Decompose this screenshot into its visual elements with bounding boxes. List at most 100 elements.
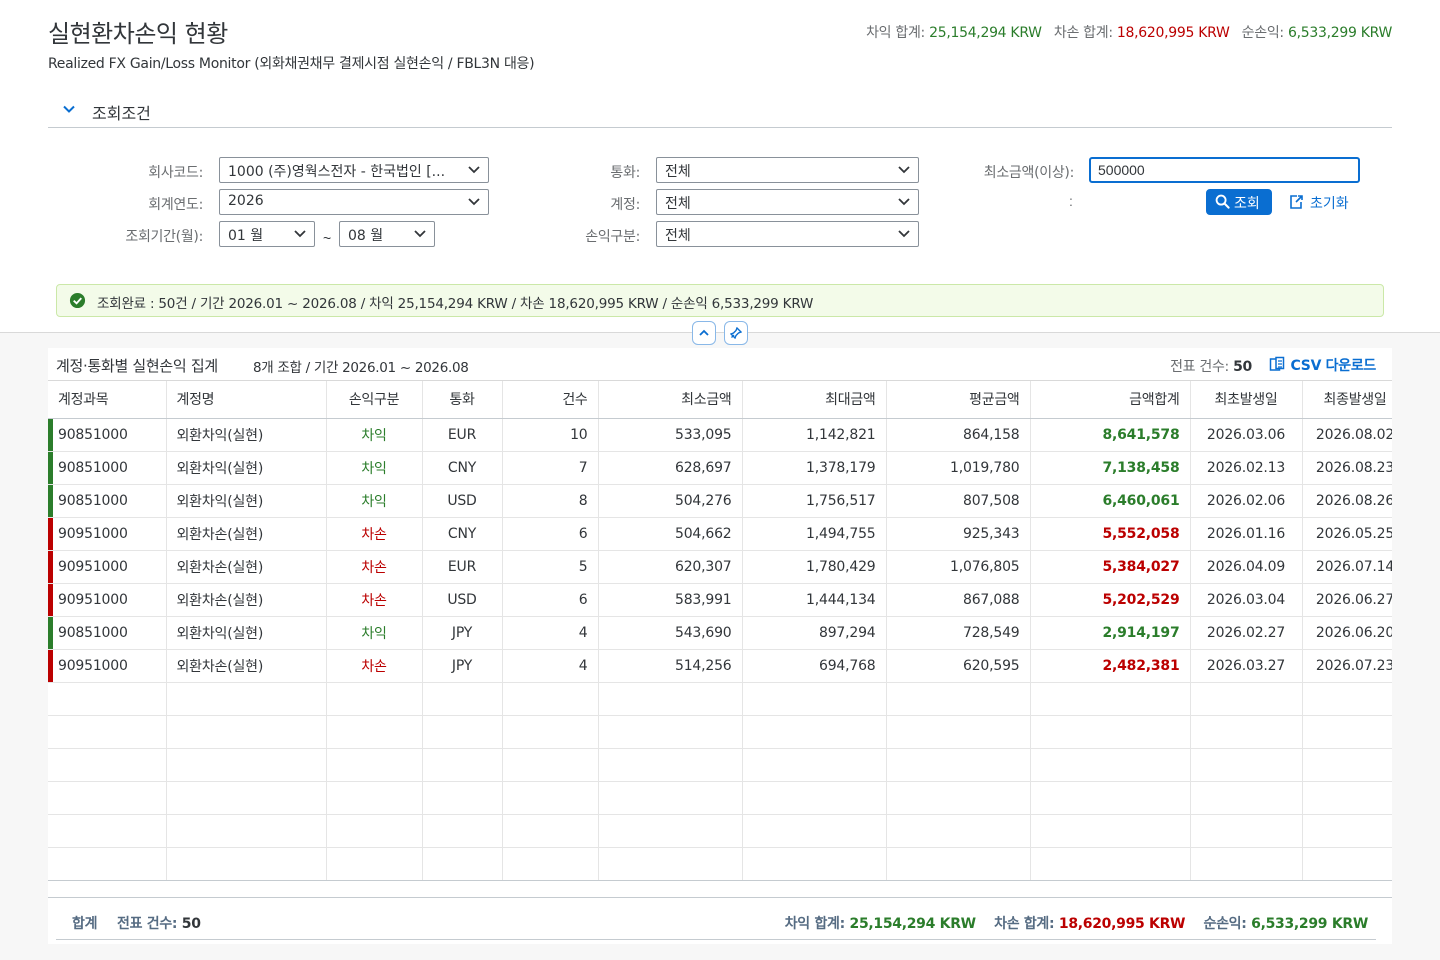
cell-count-text: 6 bbox=[578, 591, 588, 608]
cell-last-date-text: 2026.05.25 bbox=[1315, 525, 1392, 542]
cell-pl-type-text: 차손 bbox=[361, 658, 387, 675]
cell-min-amount-text: 533,095 bbox=[675, 426, 732, 443]
company-code-label: 회사코드: bbox=[148, 165, 203, 181]
cell-account-text: 90951000 bbox=[58, 525, 128, 542]
col-header-currency[interactable]: 통화 bbox=[422, 381, 503, 419]
col-header-account[interactable]: 계정과목 bbox=[48, 381, 167, 419]
col-header-pl-type[interactable]: 손익구분 bbox=[326, 381, 423, 419]
empty-cell bbox=[166, 748, 327, 782]
currency-select[interactable]: 전체 bbox=[656, 157, 919, 183]
empty-cell bbox=[502, 847, 599, 880]
cell-max-amount: 694,768 bbox=[742, 649, 887, 683]
empty-cell bbox=[886, 682, 1031, 716]
table-row[interactable]: 90951000 외환차손(실현) 차손 EUR 5 620,307 1,780,429 1,… bbox=[48, 550, 1392, 584]
empty-cell bbox=[1302, 748, 1392, 782]
cell-max-amount: 1,756,517 bbox=[742, 484, 887, 518]
currency-value: 전체 bbox=[665, 164, 691, 180]
empty-cell bbox=[742, 748, 887, 782]
cell-count: 5 bbox=[502, 550, 599, 584]
col-header-first-date[interactable]: 최초발생일 bbox=[1190, 381, 1303, 419]
col-header-count[interactable]: 건수 bbox=[502, 381, 599, 419]
cell-sum-amount: 5,202,529 bbox=[1030, 583, 1191, 617]
empty-row bbox=[48, 814, 1392, 848]
company-code-select[interactable]: 1000 (주)영웍스전자 - 한국법인 [... bbox=[219, 157, 489, 183]
cell-account-name: 외환차익(실현) bbox=[166, 418, 327, 452]
empty-cell bbox=[326, 781, 423, 815]
empty-cell bbox=[742, 682, 887, 716]
cell-min-amount: 533,095 bbox=[598, 418, 743, 452]
col-header-last-date[interactable]: 최종발생일 bbox=[1302, 381, 1392, 419]
table-footer: 합계 전표 건수: 50 차익 합계: 25,154,294 KRW 차손 합계… bbox=[48, 904, 1392, 940]
horizontal-scrollbar[interactable] bbox=[48, 880, 1392, 898]
chevron-down-icon[interactable] bbox=[62, 102, 76, 116]
csv-download-button[interactable]: CSV 다운로드 bbox=[1269, 355, 1376, 375]
cell-max-amount-text: 1,378,179 bbox=[806, 459, 876, 476]
table-row[interactable]: 90851000 외환차익(실현) 차익 JPY 4 543,690 897,294 728,… bbox=[48, 616, 1392, 650]
page-title: 실현환차손익 현황 bbox=[48, 20, 228, 48]
search-button[interactable]: 조회 bbox=[1206, 189, 1272, 215]
col-header-account-name[interactable]: 계정명 bbox=[166, 381, 327, 419]
cell-currency: USD bbox=[422, 484, 503, 518]
empty-cell bbox=[1302, 715, 1392, 749]
empty-cell bbox=[48, 814, 167, 848]
cell-account: 90951000 bbox=[48, 649, 167, 683]
min-amount-input[interactable]: 500000 bbox=[1089, 157, 1360, 183]
cell-avg-amount: 867,088 bbox=[886, 583, 1031, 617]
period-to-select[interactable]: 08 월 bbox=[339, 221, 435, 247]
filter-bar-title: 조회조건 bbox=[92, 104, 151, 123]
empty-cell bbox=[502, 781, 599, 815]
col-header-sum-amount[interactable]: 금액합계 bbox=[1030, 381, 1191, 419]
cell-account-name-text: 외환차익(실현) bbox=[176, 460, 264, 477]
col-header-max-amount[interactable]: 최대금액 bbox=[742, 381, 887, 419]
cell-min-amount-text: 504,276 bbox=[675, 492, 732, 509]
empty-row bbox=[48, 748, 1392, 782]
empty-cell bbox=[422, 814, 503, 848]
cell-max-amount: 1,444,134 bbox=[742, 583, 887, 617]
empty-cell bbox=[1030, 682, 1191, 716]
period-from-select[interactable]: 01 월 bbox=[219, 221, 315, 247]
empty-cell bbox=[598, 847, 743, 880]
cell-account: 90951000 bbox=[48, 550, 167, 584]
cell-avg-amount: 728,549 bbox=[886, 616, 1031, 650]
empty-cell bbox=[1302, 781, 1392, 815]
chevron-down-icon bbox=[898, 166, 910, 174]
cell-avg-amount: 807,508 bbox=[886, 484, 1031, 518]
summary-table: 계정과목 계정명 손익구분 통화 건수 최소금액 최대금액 평균금액 금액합계 … bbox=[48, 380, 1392, 880]
fiscal-year-select[interactable]: 2026 bbox=[219, 189, 489, 215]
cell-max-amount-text: 1,494,755 bbox=[806, 525, 876, 542]
cell-account-text: 90951000 bbox=[58, 558, 128, 575]
cell-first-date-text: 2026.03.06 bbox=[1206, 426, 1286, 443]
search-icon bbox=[1215, 194, 1230, 209]
filter-bar-header[interactable]: 조회조건 bbox=[48, 94, 1392, 128]
cell-sum-amount-text: 2,482,381 bbox=[1102, 657, 1180, 674]
cell-first-date-text: 2026.02.27 bbox=[1206, 624, 1286, 641]
cell-account-name: 외환차손(실현) bbox=[166, 517, 327, 551]
cell-avg-amount-text: 1,076,805 bbox=[950, 558, 1020, 575]
cell-account-name-text: 외환차익(실현) bbox=[176, 493, 264, 510]
cell-last-date-text: 2026.06.20 bbox=[1315, 624, 1392, 641]
cell-account-name: 외환차손(실현) bbox=[166, 649, 327, 683]
table-body: 90851000 외환차익(실현) 차익 EUR 10 533,095 1,142,821 8… bbox=[48, 418, 1392, 880]
collapse-header-button[interactable] bbox=[692, 321, 716, 345]
cell-avg-amount: 1,076,805 bbox=[886, 550, 1031, 584]
cell-pl-type: 차손 bbox=[326, 550, 423, 584]
table-row[interactable]: 90851000 외환차익(실현) 차익 USD 8 504,276 1,756,517 80… bbox=[48, 484, 1392, 518]
col-header-avg-amount[interactable]: 평균금액 bbox=[886, 381, 1031, 419]
loss-indicator bbox=[48, 550, 53, 582]
cell-count-text: 4 bbox=[578, 624, 588, 641]
table-row[interactable]: 90851000 외환차익(실현) 차익 CNY 7 628,697 1,378,179 1,… bbox=[48, 451, 1392, 485]
cell-last-date: 2026.06.20 bbox=[1302, 616, 1392, 650]
table-row[interactable]: 90851000 외환차익(실현) 차익 EUR 10 533,095 1,142,821 8… bbox=[48, 418, 1392, 452]
table-row[interactable]: 90951000 외환차손(실현) 차손 JPY 4 514,256 694,768 620,… bbox=[48, 649, 1392, 683]
pl-type-select[interactable]: 전체 bbox=[656, 221, 919, 247]
cell-currency: EUR bbox=[422, 418, 503, 452]
col-header-min-amount[interactable]: 최소금액 bbox=[598, 381, 743, 419]
reset-button[interactable]: 초기화 bbox=[1288, 193, 1349, 213]
pin-header-button[interactable] bbox=[724, 321, 748, 345]
account-select[interactable]: 전체 bbox=[656, 189, 919, 215]
cell-count: 7 bbox=[502, 451, 599, 485]
table-row[interactable]: 90951000 외환차손(실현) 차손 CNY 6 504,662 1,494,755 92… bbox=[48, 517, 1392, 551]
table-row[interactable]: 90951000 외환차손(실현) 차손 USD 6 583,991 1,444,134 86… bbox=[48, 583, 1392, 617]
cell-pl-type: 차손 bbox=[326, 583, 423, 617]
cell-max-amount-text: 897,294 bbox=[819, 624, 876, 641]
